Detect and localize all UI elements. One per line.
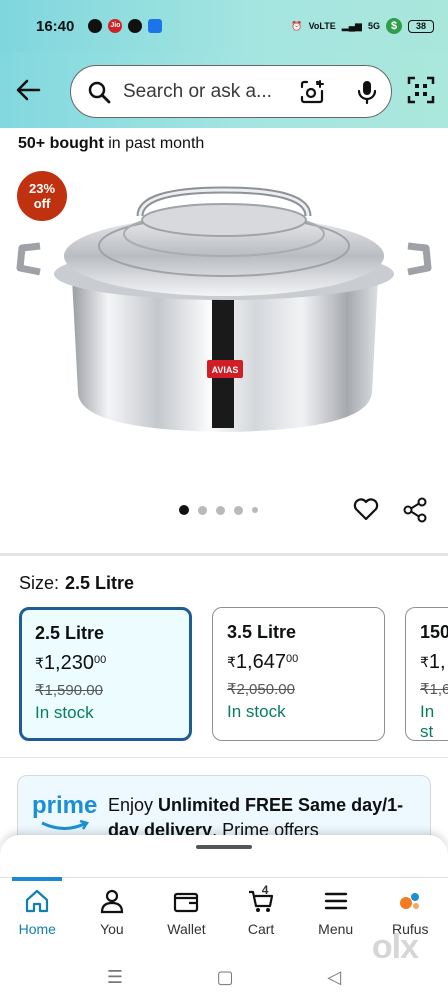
prime-logo: prime — [32, 792, 98, 819]
carousel-dot[interactable] — [179, 505, 189, 515]
product-image[interactable]: AVIAS — [0, 168, 448, 488]
tab-label: You — [100, 921, 124, 937]
carousel-dot[interactable] — [234, 505, 243, 515]
tab-label: Cart — [247, 921, 275, 937]
variant-stock: In stock — [35, 703, 94, 722]
system-icons: ⏰ VoLTE ▂▄▆ 5G $ 38 — [291, 18, 434, 34]
five-g-label: 5G — [367, 21, 380, 31]
variant-price: ₹1,64700 — [227, 651, 370, 674]
signal-icon: ▂▄▆ — [341, 20, 362, 31]
cart-count-badge: 4 — [261, 883, 269, 897]
drag-handle[interactable] — [196, 845, 252, 849]
bought-count: 50+ bought — [18, 135, 104, 152]
alarm-icon: ⏰ — [291, 20, 303, 31]
heart-icon[interactable] — [352, 495, 380, 523]
share-icon[interactable] — [402, 497, 428, 523]
variant-price: ₹1, — [420, 651, 446, 674]
tab-home[interactable]: Home — [0, 887, 75, 937]
size-label: Size: — [19, 573, 60, 593]
image-carousel-dots[interactable] — [179, 505, 258, 515]
user-icon — [100, 889, 123, 914]
tab-label: Menu — [318, 921, 354, 937]
rufus-icon — [400, 893, 420, 909]
wallet-icon — [174, 892, 199, 913]
section-divider — [0, 757, 448, 758]
home-button-icon[interactable]: ▢ — [217, 967, 234, 988]
currency-symbol: ₹ — [420, 654, 429, 670]
currency-symbol: ₹ — [227, 654, 236, 670]
size-option-partial[interactable]: 150 ₹1, ₹1,6 In st — [405, 607, 448, 741]
money-icon: $ — [386, 18, 402, 34]
variant-name: 2.5 Litre — [35, 623, 105, 643]
search-input[interactable]: Search or ask a... — [123, 81, 272, 103]
carousel-dot[interactable] — [216, 505, 225, 515]
variant-stock: In stock — [227, 702, 286, 721]
variant-price: ₹1,23000 — [35, 652, 176, 675]
variant-mrp: ₹1,6 — [420, 681, 448, 698]
active-tab-indicator — [12, 877, 62, 881]
variant-mrp: ₹1,590.00 — [35, 682, 103, 699]
search-bar[interactable]: Search or ask a... — [70, 65, 392, 118]
size-option-2-5-litre[interactable]: 2.5 Litre ₹1,23000 ₹1,590.00 In stock — [19, 607, 192, 741]
prime-smile-icon — [41, 820, 89, 830]
back-button-icon[interactable]: ◁ — [327, 967, 341, 988]
price-fraction: 00 — [93, 654, 107, 666]
price-main: 1, — [428, 651, 446, 673]
section-divider — [0, 553, 448, 556]
carousel-dot[interactable] — [252, 507, 258, 513]
variant-mrp: ₹2,050.00 — [227, 681, 295, 698]
price-main: 1,647 — [235, 651, 286, 673]
barcode-scan-icon[interactable] — [407, 76, 435, 104]
notification-icons: Jio — [88, 19, 163, 33]
chat-icon — [88, 19, 103, 33]
variant-name: 150 — [420, 622, 448, 642]
tab-cart[interactable]: 4 Cart — [224, 883, 299, 937]
microphone-icon[interactable] — [356, 79, 378, 105]
recent-apps-icon[interactable]: ☰ — [107, 967, 123, 988]
app-icon — [148, 19, 163, 33]
price-main: 1,230 — [43, 652, 94, 674]
menu-icon — [324, 892, 347, 910]
jio-icon: Jio — [108, 19, 123, 33]
variant-name: 3.5 Litre — [227, 622, 297, 642]
discount-badge: 23% off — [17, 171, 67, 221]
whatsapp-icon — [128, 19, 143, 33]
bought-suffix: in past month — [103, 135, 205, 152]
tab-wallet[interactable]: Wallet — [149, 887, 224, 937]
currency-symbol: ₹ — [35, 655, 44, 671]
tab-you[interactable]: You — [75, 887, 150, 937]
status-bar: 16:40 Jio ⏰ VoLTE ▂▄▆ 5G $ 38 — [0, 0, 448, 52]
search-icon — [88, 81, 111, 104]
discount-off: off — [33, 196, 51, 211]
size-selected-value: 2.5 Litre — [65, 573, 135, 593]
variant-stock: In st — [420, 702, 435, 741]
sheet-divider — [0, 877, 448, 878]
brand-label: AVIAS — [212, 365, 239, 375]
back-arrow-icon[interactable] — [14, 76, 42, 104]
price-fraction: 00 — [285, 653, 299, 665]
discount-percent: 23% — [28, 181, 56, 196]
prime-text-pre: Enjoy — [108, 795, 159, 815]
home-icon — [26, 889, 49, 913]
tab-label: Wallet — [167, 921, 206, 937]
bought-in-past-month: 50+ bought in past month — [18, 135, 204, 153]
volte-label: VoLTE — [308, 21, 336, 31]
size-option-3-5-litre[interactable]: 3.5 Litre ₹1,64700 ₹2,050.00 In stock — [212, 607, 385, 741]
status-time: 16:40 — [36, 17, 75, 35]
android-navigation-bar: ☰ ▢ ◁ — [0, 955, 448, 1000]
tab-label: Home — [18, 921, 56, 937]
size-selector-label: Size: 2.5 Litre — [19, 573, 134, 594]
carousel-dot[interactable] — [198, 505, 207, 515]
tab-menu[interactable]: Menu — [298, 887, 373, 937]
header: Search or ask a... — [0, 52, 448, 128]
camera-lens-icon[interactable] — [299, 79, 325, 105]
battery-icon: 38 — [408, 19, 434, 33]
